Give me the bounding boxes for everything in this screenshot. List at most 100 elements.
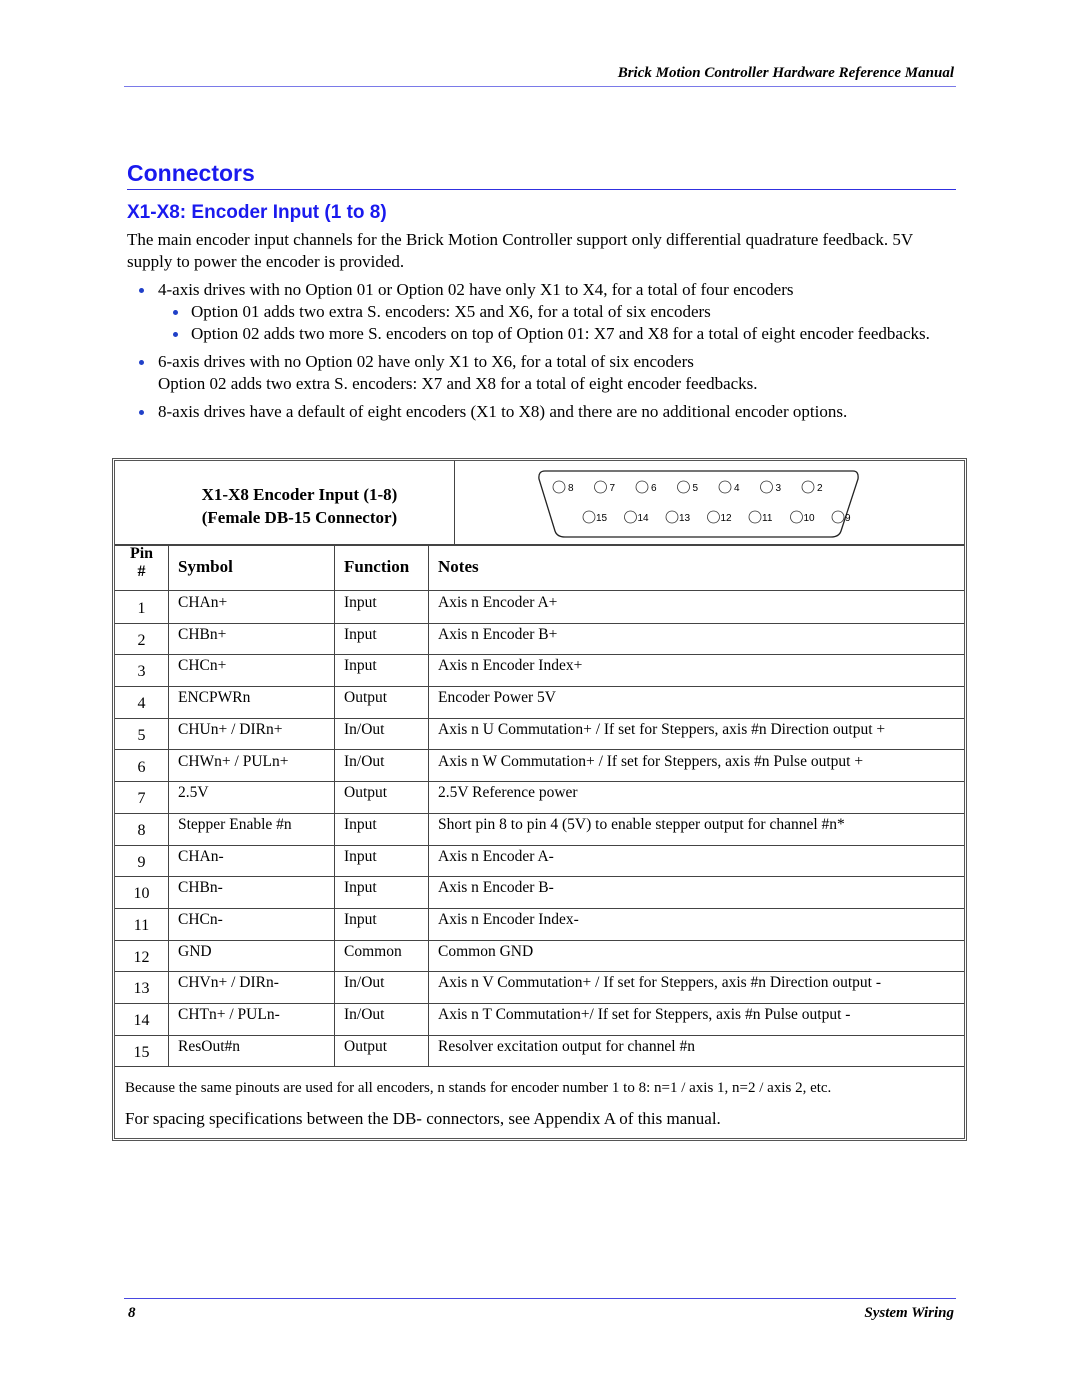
- notes-cell: Axis n Encoder B-: [438, 879, 554, 897]
- pin-hole: [831, 510, 845, 524]
- notes-cell: Axis n Encoder B+: [438, 625, 558, 643]
- notes-cell: Short pin 8 to pin 4 (5V) to enable step…: [438, 815, 845, 833]
- table-row: 5 CHUn+ / DIRn+ In/Out Axis n U Commutation…: [115, 717, 964, 751]
- table-footnote-encoders: Because the same pinouts are used for al…: [125, 1080, 832, 1096]
- notes-cell: Encoder Power 5V: [438, 689, 556, 707]
- table-row: 14 CHTn+ / PULn- In/Out Axis n T Commutatio…: [115, 1003, 964, 1036]
- section-title: Connectors: [127, 158, 956, 190]
- symbol-cell: 2.5V: [169, 781, 335, 813]
- pin-cell: 14: [115, 1003, 169, 1035]
- table-row: 10 CHBn- Input Axis n Encoder B-: [115, 876, 964, 909]
- db15-connector-diagram: 87654321 1514131211109: [538, 470, 859, 538]
- function-cell: Input: [335, 844, 429, 877]
- function-cell: Input: [335, 591, 429, 623]
- running-footer: 8 System Wiring: [124, 1298, 956, 1321]
- notes-cell: Axis n Encoder A-: [438, 847, 554, 865]
- page-number: 8: [128, 1305, 136, 1321]
- bullet-icon: [139, 288, 144, 293]
- table-row: 8 Stepper Enable #n Input Short pin 8 to pi…: [115, 812, 964, 846]
- table-row: 3 CHCn+ Input Axis n Encoder Index+: [115, 654, 964, 688]
- column-header-function: Function: [335, 544, 429, 590]
- pin-label: 2: [817, 483, 823, 494]
- symbol-cell: Stepper Enable #n: [169, 812, 335, 845]
- bullet-item: 4-axis drives with no Option 01 or Optio…: [127, 279, 957, 301]
- table-row: 9 CHAn- Input Axis n Encoder A-: [115, 844, 964, 878]
- table-title: X1-X8 Encoder Input (1-8) (Female DB-15 …: [115, 461, 455, 544]
- intro-paragraph: The main encoder input channels for the …: [127, 230, 913, 271]
- pin-cell: 4: [115, 686, 169, 718]
- manual-title: Brick Motion Controller Hardware Referen…: [617, 65, 954, 81]
- pin-cell: 11: [115, 908, 169, 940]
- pin-hole: [707, 510, 720, 524]
- symbol-cell: GND: [169, 939, 335, 972]
- pin-hole: [760, 480, 773, 494]
- pin-label: 15: [596, 513, 608, 524]
- pin-label: 5: [693, 483, 699, 494]
- table-row: 2 CHBn+ Input Axis n Encoder B+: [115, 622, 964, 656]
- table-row: 1 CHAn+ Input Axis n Encoder A+: [115, 591, 964, 624]
- symbol-cell: CHWn+ / PULn+: [169, 749, 335, 782]
- running-header: Brick Motion Controller Hardware Referen…: [124, 62, 956, 87]
- notes-cell: Common GND: [438, 942, 534, 960]
- function-cell: Output: [335, 1034, 429, 1067]
- pin-cell: 9: [115, 844, 169, 877]
- pin-cell: 2: [115, 622, 169, 655]
- symbol-cell: CHBn-: [169, 876, 335, 908]
- column-header-symbol: Symbol: [169, 544, 335, 590]
- notes-cell: Axis n W Commutation+ / If set for Stepp…: [438, 752, 864, 770]
- symbol-cell: CHCn-: [169, 908, 335, 940]
- function-cell: Input: [335, 876, 429, 908]
- section-name: System Wiring: [864, 1305, 954, 1321]
- pin-label: 12: [721, 513, 733, 524]
- bullet-item: Option 01 adds two extra S. encoders: X5…: [127, 301, 957, 323]
- bullet-icon: [173, 332, 178, 337]
- pin-label: 4: [734, 483, 740, 494]
- pin-label: 8: [568, 483, 574, 494]
- pin-hole: [718, 480, 732, 494]
- notes-cell: Axis n Encoder Index+: [438, 657, 583, 675]
- notes-cell: Axis n V Commutation+ / If set for Stepp…: [438, 974, 881, 992]
- pin-label: 10: [804, 513, 816, 524]
- symbol-cell: CHBn+: [169, 622, 335, 655]
- table-row: 6 CHWn+ / PULn+ In/Out Axis n W Commutation…: [115, 749, 964, 783]
- connector-shell: [538, 470, 859, 538]
- table-footnote-spacing: For spacing specifications between the D…: [125, 1109, 721, 1128]
- bullet-item: 8-axis drives have a default of eight en…: [127, 401, 957, 423]
- bullet-list: 4-axis drives with no Option 01 or Optio…: [127, 279, 957, 423]
- symbol-cell: CHTn+ / PULn-: [169, 1003, 335, 1035]
- table-row: 11 CHCn- Input Axis n Encoder Index-: [115, 908, 964, 941]
- function-cell: Common: [335, 939, 429, 972]
- symbol-cell: ResOut#n: [169, 1034, 335, 1067]
- pin-label: 7: [610, 483, 616, 494]
- pin-label: 13: [679, 513, 691, 524]
- notes-cell: 2.5V Reference power: [438, 784, 578, 802]
- notes-cell: Axis n U Commutation+ / If set for Stepp…: [438, 720, 886, 738]
- subsection-title: X1-X8: Encoder Input (1 to 8): [127, 202, 387, 223]
- table-header: X1-X8 Encoder Input (1-8) (Female DB-15 …: [115, 461, 964, 546]
- pin-cell: 5: [115, 717, 169, 750]
- pin-cell: 12: [115, 939, 169, 972]
- function-cell: In/Out: [335, 971, 429, 1004]
- notes-cell: Axis n T Commutation+/ If set for Steppe…: [438, 1006, 851, 1024]
- pin-label: 14: [638, 513, 650, 524]
- pin-hole: [594, 480, 607, 494]
- table-row: 12 GND Common Common GND: [115, 939, 964, 973]
- symbol-cell: CHUn+ / DIRn+: [169, 717, 335, 750]
- bullet-continuation: Option 02 adds two extra S. encoders: X7…: [158, 374, 758, 393]
- symbol-cell: CHCn+: [169, 654, 335, 687]
- symbol-cell: ENCPWRn: [169, 686, 335, 718]
- bullet-icon: [139, 410, 144, 415]
- pin-hole: [552, 480, 566, 494]
- symbol-cell: CHAn-: [169, 844, 335, 877]
- pin-cell: 13: [115, 971, 169, 1004]
- pin-hole: [665, 510, 679, 524]
- pin-label: 9: [845, 513, 851, 524]
- function-cell: In/Out: [335, 1003, 429, 1035]
- symbol-cell: CHAn+: [169, 591, 335, 623]
- pin-hole: [635, 480, 649, 494]
- bullet-icon: [173, 310, 178, 315]
- function-cell: In/Out: [335, 717, 429, 750]
- function-cell: In/Out: [335, 749, 429, 782]
- pin-hole: [582, 510, 596, 524]
- pin-cell: 8: [115, 812, 169, 845]
